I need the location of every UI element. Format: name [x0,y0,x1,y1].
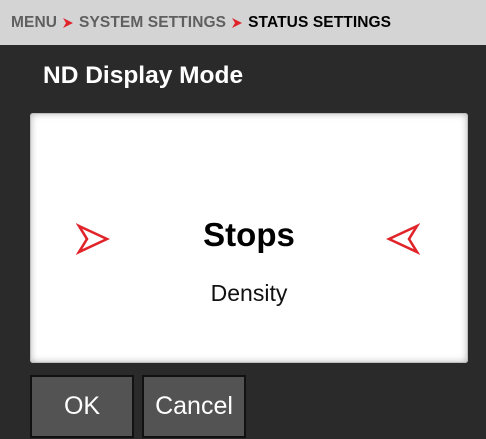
breadcrumb-item-status-settings: STATUS SETTINGS [248,13,392,31]
option-selector-panel[interactable]: Stops Density [30,113,468,363]
breadcrumb-item-menu[interactable]: MENU [11,14,57,32]
arrow-left-outline-icon[interactable] [386,222,420,256]
page-title: ND Display Mode [43,62,244,89]
chevron-right-icon [62,17,74,29]
cancel-button[interactable]: Cancel [142,375,246,438]
breadcrumb: MENU SYSTEM SETTINGS STATUS SETTINGS [0,0,486,45]
ok-button[interactable]: OK [30,375,134,438]
chevron-right-icon [231,17,243,29]
breadcrumb-item-system-settings[interactable]: SYSTEM SETTINGS [79,14,226,32]
next-option[interactable]: Density [30,279,468,307]
